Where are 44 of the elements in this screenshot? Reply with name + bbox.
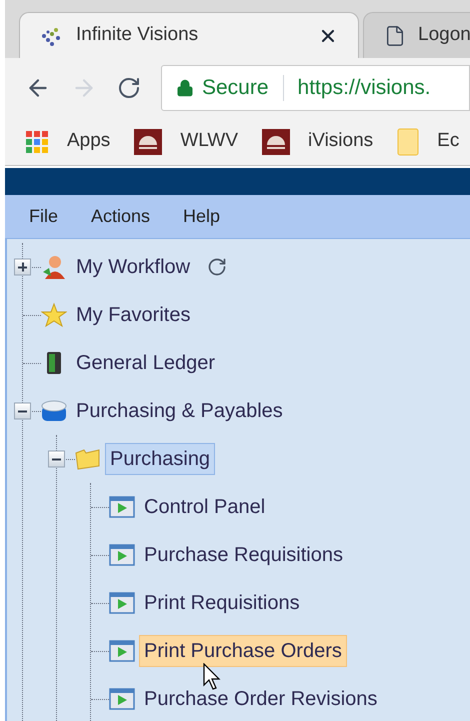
tree-item[interactable]: Print Purchase Orders <box>139 635 347 667</box>
browser-tab[interactable]: Infinite Visions <box>19 12 359 58</box>
tab-title: Logon <box>418 23 470 48</box>
tree-item[interactable]: My Favorites <box>71 299 196 331</box>
browser-tab[interactable]: Logon <box>363 12 470 58</box>
tree-item[interactable]: Purchase Requisitions <box>139 539 348 571</box>
lock-icon <box>176 79 194 97</box>
bookmark-link[interactable]: WLWV <box>180 127 238 156</box>
expander-toggle[interactable] <box>14 258 31 276</box>
bookmark-link[interactable]: Ec <box>437 127 460 156</box>
tree-item[interactable]: Purchasing & Payables <box>71 395 288 427</box>
url-text: https://visions. <box>298 75 431 102</box>
menu-item[interactable]: Help <box>183 203 220 230</box>
tree-item[interactable]: Control Panel <box>139 491 270 523</box>
security-label: Secure <box>202 75 269 102</box>
mouse-cursor-icon <box>203 663 223 691</box>
refresh-icon[interactable] <box>207 257 228 277</box>
crest-icon <box>134 128 162 154</box>
menu-item[interactable]: File <box>29 203 58 230</box>
page-icon <box>384 24 406 46</box>
tab-title: Infinite Visions <box>76 23 198 48</box>
container-icon <box>41 398 67 424</box>
crest-icon <box>262 128 290 154</box>
bookmark-link[interactable]: Apps <box>67 127 110 156</box>
apps-grid-icon <box>25 130 49 154</box>
form-play-icon <box>109 686 135 712</box>
star-icon <box>41 302 67 328</box>
form-play-icon <box>109 494 135 520</box>
tree-item[interactable]: Purchase Order Revisions <box>139 683 382 715</box>
person-icon <box>41 254 67 280</box>
menu-item[interactable]: Actions <box>91 203 150 230</box>
expander-toggle[interactable] <box>14 402 31 420</box>
reload-icon[interactable] <box>117 76 141 100</box>
form-play-icon <box>109 542 135 568</box>
bookmark-link[interactable]: iVisions <box>308 127 374 156</box>
form-play-icon <box>109 590 135 616</box>
folder-icon <box>397 128 420 156</box>
form-play-icon <box>109 638 135 664</box>
expander-toggle[interactable] <box>48 450 65 468</box>
tree-item[interactable]: Print Requisitions <box>139 587 305 619</box>
tree-item[interactable]: My Workflow <box>71 251 196 283</box>
tree-item[interactable]: Purchasing <box>105 443 216 475</box>
tree-item[interactable]: General Ledger <box>71 347 220 379</box>
address-bar[interactable]: Secure https://visions. <box>161 65 470 111</box>
